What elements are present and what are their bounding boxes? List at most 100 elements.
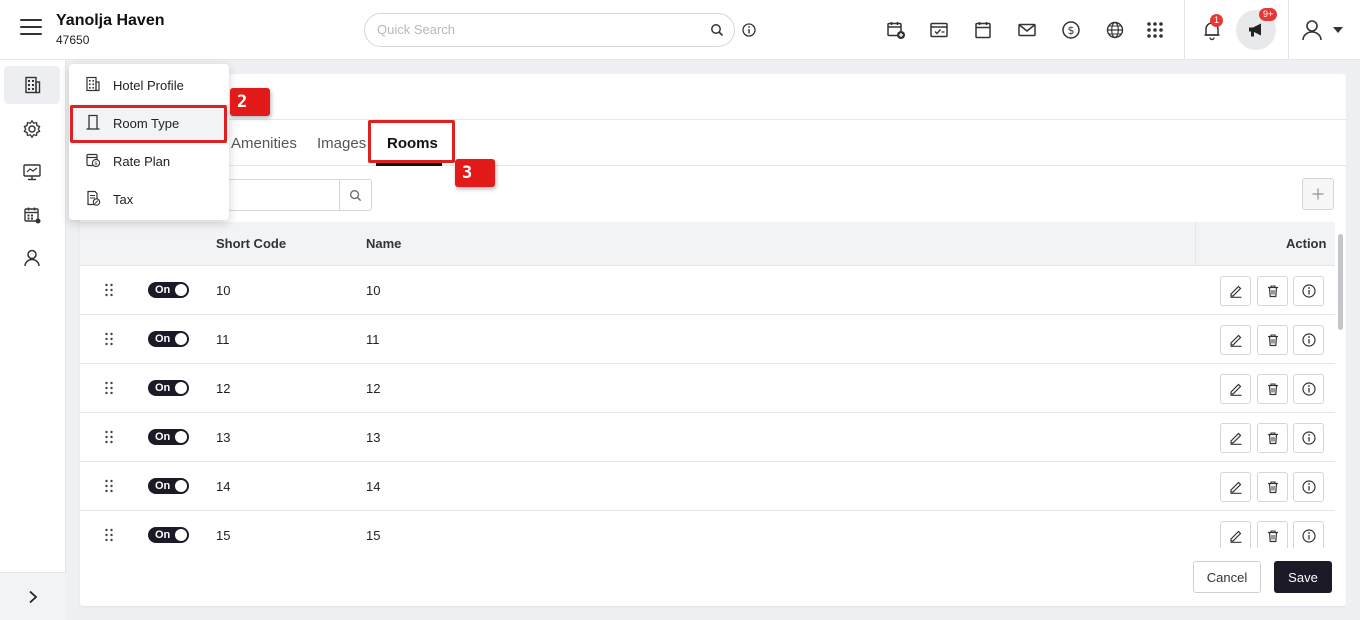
- user-icon[interactable]: [1300, 18, 1324, 47]
- calendar-add-icon[interactable]: [884, 18, 908, 42]
- info-icon[interactable]: [742, 23, 756, 42]
- info-button[interactable]: [1293, 472, 1324, 502]
- status-toggle[interactable]: On: [148, 478, 189, 494]
- apps-grid-icon[interactable]: [1143, 18, 1167, 42]
- cell-short-code: 14: [216, 479, 231, 494]
- column-action: Action: [1286, 236, 1327, 251]
- mail-icon[interactable]: [1015, 18, 1039, 42]
- status-toggle[interactable]: On: [148, 527, 189, 543]
- drag-handle-icon[interactable]: [104, 381, 114, 395]
- delete-button[interactable]: [1257, 276, 1288, 306]
- hotel-name: Yanolja Haven: [56, 12, 165, 29]
- cell-name: 10: [366, 283, 381, 298]
- edit-button[interactable]: [1220, 472, 1251, 502]
- edit-button[interactable]: [1220, 325, 1251, 355]
- save-button[interactable]: Save: [1274, 561, 1332, 593]
- tab-amenities[interactable]: Amenities: [231, 135, 297, 152]
- toggle-knob: [175, 333, 187, 345]
- info-button[interactable]: [1293, 325, 1324, 355]
- pencil-icon: [1229, 530, 1241, 543]
- gear-icon: [23, 119, 41, 139]
- table-row: On 11 11: [80, 315, 1335, 364]
- menu-item-tax[interactable]: Tax: [69, 180, 229, 216]
- cell-name: 13: [366, 430, 381, 445]
- sidebar-item-settings[interactable]: [4, 110, 60, 148]
- search-icon[interactable]: [339, 180, 371, 210]
- cell-short-code: 13: [216, 430, 231, 445]
- info-button[interactable]: [1293, 423, 1324, 453]
- notification-badge: 1: [1210, 14, 1224, 27]
- sidebar-item-property[interactable]: [4, 66, 60, 104]
- tax-icon: [85, 190, 101, 211]
- drag-handle-icon[interactable]: [104, 430, 114, 444]
- pencil-icon: [1229, 285, 1241, 298]
- menu-toggle-icon[interactable]: [20, 19, 42, 39]
- info-button[interactable]: [1293, 374, 1324, 404]
- rooms-table-body: On 10 10 On 11 11 On 12 12 On 13 13 On 1…: [80, 266, 1335, 548]
- calendar-check-icon[interactable]: [927, 18, 951, 42]
- drag-handle-icon[interactable]: [104, 283, 114, 297]
- sidebar-item-monitor[interactable]: [4, 153, 60, 191]
- status-toggle[interactable]: On: [148, 429, 189, 445]
- monitor-icon: [23, 164, 41, 181]
- drag-handle-icon[interactable]: [104, 479, 114, 493]
- trash-icon: [1267, 383, 1278, 396]
- menu-item-rate-plan[interactable]: $ Rate Plan: [69, 142, 229, 178]
- table-search: [228, 179, 372, 211]
- table-row: On 12 12: [80, 364, 1335, 413]
- sidebar-item-calendar[interactable]: [4, 196, 60, 234]
- edit-button[interactable]: [1220, 521, 1251, 548]
- status-toggle[interactable]: On: [148, 331, 189, 347]
- status-toggle[interactable]: On: [148, 282, 189, 298]
- toggle-label: On: [155, 333, 171, 345]
- search-icon[interactable]: [710, 23, 724, 42]
- hotel-id: 47650: [56, 33, 90, 47]
- pencil-icon: [1229, 383, 1241, 396]
- status-toggle[interactable]: On: [148, 380, 189, 396]
- chevron-right-icon: [29, 590, 38, 603]
- svg-text:$: $: [94, 161, 98, 167]
- drag-handle-icon[interactable]: [104, 332, 114, 346]
- edit-button[interactable]: [1220, 423, 1251, 453]
- sidebar-item-user[interactable]: [4, 239, 60, 277]
- info-button[interactable]: [1293, 521, 1324, 548]
- delete-button[interactable]: [1257, 325, 1288, 355]
- globe-icon[interactable]: [1103, 18, 1127, 42]
- trash-icon: [1267, 481, 1278, 494]
- step-2-badge: 2: [230, 88, 270, 116]
- divider: [1184, 0, 1185, 60]
- expand-sidebar-button[interactable]: [0, 572, 66, 620]
- delete-button[interactable]: [1257, 521, 1288, 548]
- quick-search: [364, 13, 735, 47]
- divider: [1195, 222, 1196, 266]
- calendar-grid-icon: [24, 207, 41, 224]
- edit-button[interactable]: [1220, 276, 1251, 306]
- scrollbar-thumb[interactable]: [1338, 234, 1343, 330]
- info-button[interactable]: [1293, 276, 1324, 306]
- cell-name: 14: [366, 479, 381, 494]
- cell-name: 11: [366, 332, 380, 347]
- pencil-icon: [1229, 432, 1241, 445]
- building-icon: [25, 76, 41, 94]
- delete-button[interactable]: [1257, 423, 1288, 453]
- toggle-knob: [175, 529, 187, 541]
- quick-search-input[interactable]: [377, 22, 697, 37]
- add-room-button[interactable]: [1302, 178, 1334, 210]
- column-short-code[interactable]: Short Code: [216, 236, 286, 251]
- megaphone-icon: [1249, 23, 1261, 37]
- menu-item-label: Tax: [113, 192, 134, 207]
- delete-button[interactable]: [1257, 472, 1288, 502]
- drag-handle-icon[interactable]: [104, 528, 114, 542]
- column-name[interactable]: Name: [366, 236, 401, 251]
- tab-images[interactable]: Images: [317, 135, 366, 152]
- cell-short-code: 11: [216, 332, 230, 347]
- chevron-down-icon[interactable]: [1333, 27, 1343, 33]
- toggle-knob: [175, 431, 187, 443]
- calendar-icon[interactable]: [971, 18, 995, 42]
- table-search-input[interactable]: [237, 187, 337, 202]
- menu-item-hotel-profile[interactable]: Hotel Profile: [69, 66, 229, 102]
- edit-button[interactable]: [1220, 374, 1251, 404]
- delete-button[interactable]: [1257, 374, 1288, 404]
- cancel-button[interactable]: Cancel: [1193, 561, 1261, 593]
- currency-icon[interactable]: $: [1059, 18, 1083, 42]
